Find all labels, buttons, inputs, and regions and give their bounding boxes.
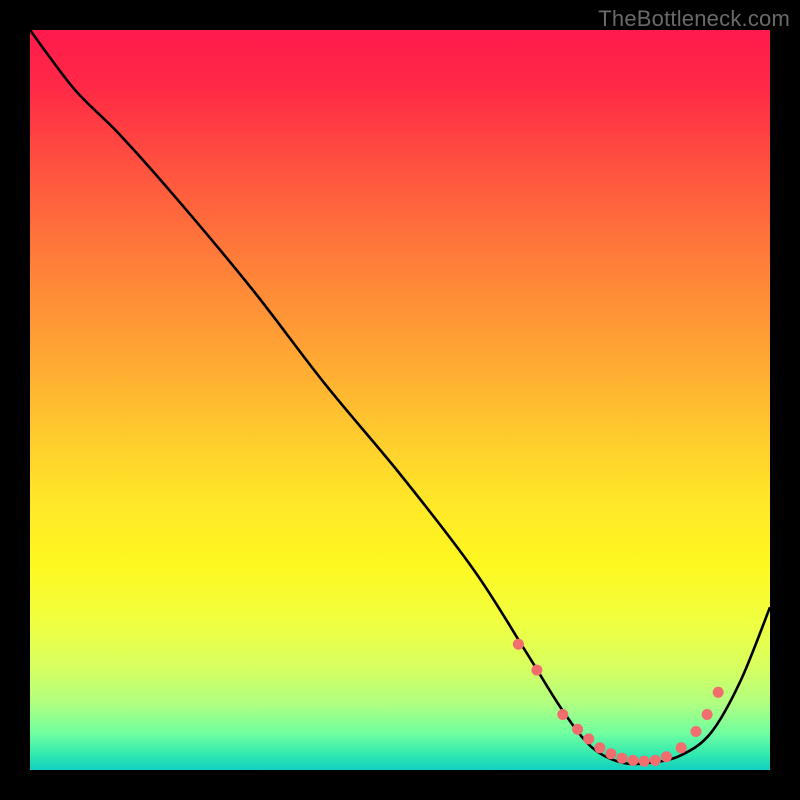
data-point-marker <box>628 755 639 766</box>
data-point-marker <box>661 751 672 762</box>
data-point-marker <box>605 748 616 759</box>
data-point-marker <box>572 724 583 735</box>
chart-svg <box>30 30 770 770</box>
marker-group <box>513 639 724 767</box>
data-point-marker <box>691 726 702 737</box>
data-point-marker <box>713 687 724 698</box>
data-point-marker <box>650 755 661 766</box>
data-point-marker <box>594 742 605 753</box>
data-point-marker <box>702 709 713 720</box>
data-point-marker <box>513 639 524 650</box>
data-point-marker <box>557 709 568 720</box>
data-point-marker <box>617 753 628 764</box>
data-point-marker <box>676 742 687 753</box>
data-point-marker <box>531 665 542 676</box>
attribution-text: TheBottleneck.com <box>598 6 790 32</box>
data-point-marker <box>583 733 594 744</box>
data-point-marker <box>639 756 650 767</box>
plot-area <box>30 30 770 770</box>
bottleneck-curve <box>30 30 770 764</box>
chart-frame: TheBottleneck.com <box>0 0 800 800</box>
